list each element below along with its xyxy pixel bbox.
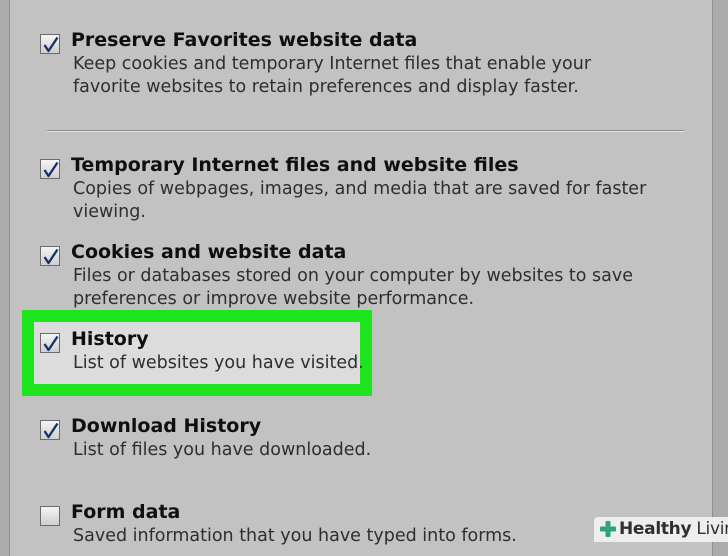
option-description: List of websites you have visited. <box>73 353 364 373</box>
healthy-living-watermark: Healthy Living <box>594 517 728 542</box>
option-title: Temporary Internet files and website fil… <box>71 154 519 176</box>
option-description: Copies of webpages, images, and media th… <box>73 179 647 222</box>
checkbox[interactable] <box>40 34 60 54</box>
separator-line <box>47 130 684 132</box>
checkbox[interactable] <box>40 420 60 440</box>
checkbox[interactable] <box>40 159 60 179</box>
option-description: Saved information that you have typed in… <box>73 526 517 546</box>
checkmark-icon <box>43 335 59 352</box>
option-description: Keep cookies and temporary Internet file… <box>73 54 592 97</box>
option-title: Preserve Favorites website data <box>71 29 418 51</box>
watermark-text: Healthy Living <box>619 519 728 539</box>
checkbox[interactable] <box>40 333 60 353</box>
option-description: Files or databases stored on your comput… <box>73 266 634 309</box>
checkbox[interactable] <box>40 506 60 526</box>
plus-leaf-icon <box>600 521 616 537</box>
option-title: History <box>71 328 149 350</box>
option-description: List of files you have downloaded. <box>73 440 372 460</box>
option-title: Cookies and website data <box>71 241 347 263</box>
checkmark-icon <box>43 248 59 265</box>
option-title: Form data <box>71 501 181 523</box>
checkmark-icon <box>43 422 59 439</box>
option-title: Download History <box>71 415 262 437</box>
checkbox[interactable] <box>40 246 60 266</box>
checkmark-icon <box>43 161 59 178</box>
checkmark-icon <box>43 36 59 53</box>
